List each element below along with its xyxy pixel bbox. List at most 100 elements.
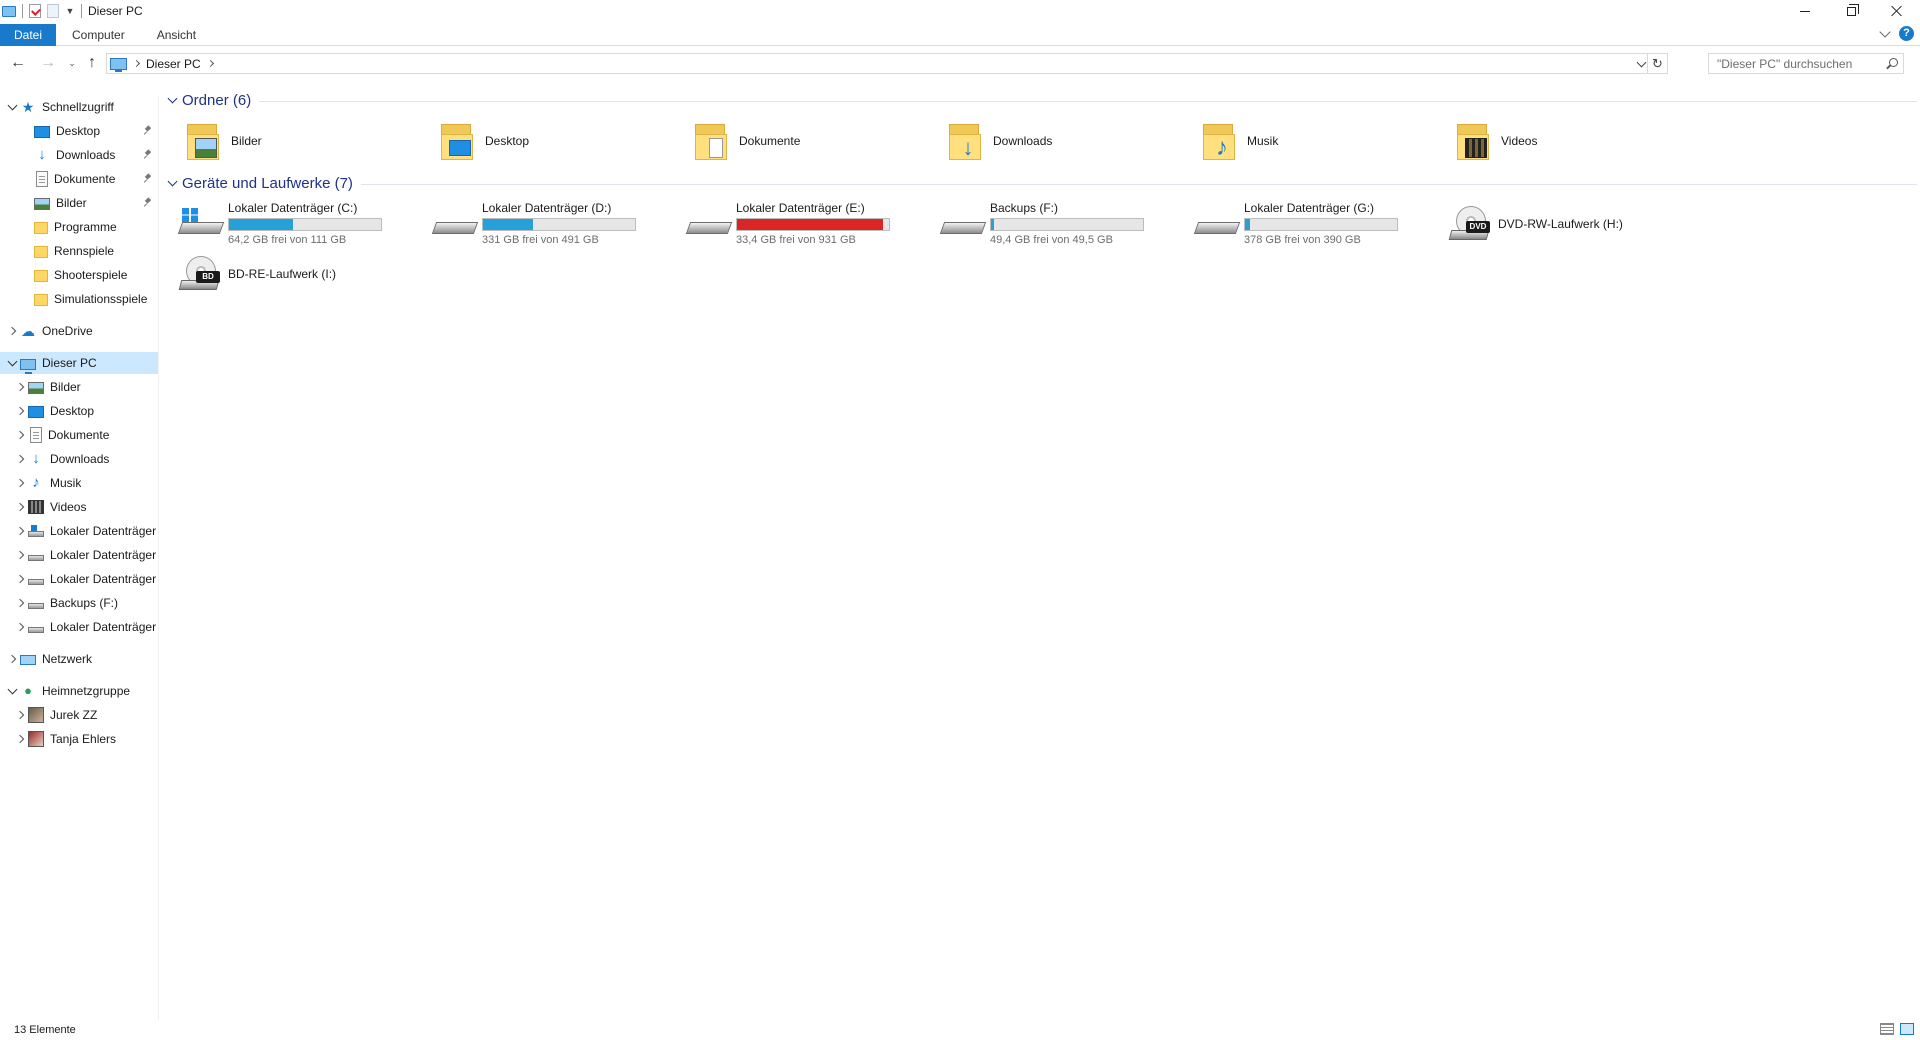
new-folder-icon[interactable] (47, 4, 59, 18)
chevron-right-icon[interactable] (12, 728, 28, 750)
sidebar-item-drive-e[interactable]: Lokaler Datenträger (0, 568, 158, 590)
chevron-right-icon[interactable] (12, 544, 28, 566)
tiles-view-icon[interactable] (1900, 1023, 1914, 1035)
pin-icon[interactable] (144, 198, 152, 208)
drive-name: Lokaler Datenträger (G:) (1244, 200, 1375, 215)
drive-tile-h[interactable]: DVD DVD-RW-Laufwerk (H:) (1448, 202, 1700, 246)
tab-computer[interactable]: Computer (56, 24, 141, 46)
folder-tile-bilder[interactable]: Bilder (183, 118, 433, 164)
drive-name: Lokaler Datenträger (E:) (736, 200, 865, 215)
drive-free-space: 378 GB frei von 390 GB (1244, 233, 1361, 246)
sidebar-item-drive-c[interactable]: Lokaler Datenträger (0, 520, 158, 542)
chevron-down-icon[interactable] (4, 352, 20, 374)
drive-tile-c[interactable]: Lokaler Datenträger (C:) 64,2 GB frei vo… (177, 198, 430, 248)
details-view-icon[interactable] (1880, 1023, 1894, 1035)
restore-button[interactable] (1828, 0, 1874, 22)
folder-tile-downloads[interactable]: ↓ Downloads (945, 118, 1195, 164)
sidebar-item-this-pc[interactable]: Dieser PC (0, 352, 158, 374)
refresh-button[interactable]: ↻ (1647, 54, 1667, 73)
sidebar-item-drive-d[interactable]: Lokaler Datenträger (0, 544, 158, 566)
customize-toolbar-chevron-icon[interactable]: ▼ (65, 6, 75, 16)
chevron-right-icon[interactable] (12, 616, 28, 638)
drive-tile-g[interactable]: Lokaler Datenträger (G:) 378 GB frei von… (1193, 198, 1446, 248)
sidebar-item-programme[interactable]: Programme (0, 216, 158, 238)
sidebar-item-pc-musik[interactable]: ♪ Musik (0, 472, 158, 494)
tab-datei[interactable]: Datei (0, 23, 57, 46)
breadcrumb-separator-icon[interactable] (206, 59, 214, 68)
help-icon[interactable]: ? (1899, 26, 1914, 41)
chevron-down-icon[interactable] (167, 93, 178, 103)
sidebar-item-jurek-zz[interactable]: Jurek ZZ (0, 704, 158, 726)
chevron-right-icon[interactable] (12, 448, 28, 470)
sidebar-item-simulationsspiele[interactable]: Simulationsspiele (0, 288, 158, 310)
folder-tile-musik[interactable]: ♪ Musik (1199, 118, 1449, 164)
sidebar-item-drive-f[interactable]: Backups (F:) (0, 592, 158, 614)
up-button[interactable]: ↑ (82, 53, 102, 73)
sidebar-item-pc-videos[interactable]: Videos (0, 496, 158, 518)
sidebar-item-pc-downloads[interactable]: ↓ Downloads (0, 448, 158, 470)
sidebar-item-dokumente[interactable]: Dokumente (0, 168, 158, 190)
close-button[interactable] (1874, 0, 1920, 22)
videos-icon (28, 500, 44, 514)
folder-tile-videos[interactable]: Videos (1453, 118, 1703, 164)
tab-ansicht[interactable]: Ansicht (141, 24, 212, 46)
drive-icon (685, 208, 733, 238)
this-pc-icon (110, 57, 127, 72)
back-button[interactable]: ← (8, 53, 28, 73)
chevron-right-icon[interactable] (12, 704, 28, 726)
chevron-down-icon[interactable] (167, 176, 178, 186)
pin-icon[interactable] (144, 126, 152, 136)
sidebar-item-shooterspiele[interactable]: Shooterspiele (0, 264, 158, 286)
chevron-right-icon[interactable] (12, 424, 28, 446)
sidebar-item-downloads[interactable]: ↓ Downloads (0, 144, 158, 166)
sidebar-item-bilder[interactable]: Bilder (0, 192, 158, 214)
chevron-down-icon[interactable] (4, 96, 20, 118)
chevron-right-icon[interactable] (12, 568, 28, 590)
drive-tile-e[interactable]: Lokaler Datenträger (E:) 33,4 GB frei vo… (685, 198, 938, 248)
sidebar-item-netzwerk[interactable]: Netzwerk (0, 648, 158, 670)
sidebar-item-quick-access[interactable]: ★ Schnellzugriff (0, 96, 158, 118)
drive-tile-f[interactable]: Backups (F:) 49,4 GB frei von 49,5 GB (939, 198, 1192, 248)
chevron-right-icon[interactable] (12, 376, 28, 398)
breadcrumb-separator-icon[interactable] (132, 59, 141, 68)
address-bar[interactable]: Dieser PC ↻ (106, 53, 1668, 74)
chevron-right-icon[interactable] (12, 472, 28, 494)
breadcrumb-this-pc[interactable]: Dieser PC (146, 57, 201, 71)
folder-tile-dokumente[interactable]: Dokumente (691, 118, 941, 164)
search-icon[interactable] (1889, 58, 1898, 67)
ribbon-tabs: Datei Computer Ansicht ? (0, 23, 1920, 46)
search-input[interactable] (1717, 56, 1887, 71)
recent-locations-button[interactable]: ⌄ (62, 53, 82, 73)
forward-button[interactable]: → (38, 53, 58, 73)
sidebar-item-pc-desktop[interactable]: Desktop (0, 400, 158, 422)
pin-icon[interactable] (144, 174, 152, 184)
folder-tile-desktop[interactable]: Desktop (437, 118, 687, 164)
drive-icon (1193, 208, 1241, 238)
chevron-right-icon[interactable] (12, 520, 28, 542)
chevron-right-icon[interactable] (4, 320, 20, 342)
sidebar-item-pc-bilder[interactable]: Bilder (0, 376, 158, 398)
search-box[interactable] (1708, 53, 1904, 74)
sidebar-item-drive-g[interactable]: Lokaler Datenträger (0, 616, 158, 638)
sidebar-item-heimnetzgruppe[interactable]: ● Heimnetzgruppe (0, 680, 158, 702)
this-pc-icon[interactable] (2, 5, 16, 17)
chevron-right-icon[interactable] (4, 648, 20, 670)
group-header-devices[interactable]: Geräte und Laufwerke (7) (167, 173, 1917, 193)
drive-tile-d[interactable]: Lokaler Datenträger (D:) 331 GB frei von… (431, 198, 684, 248)
address-history-chevron-icon[interactable] (1636, 57, 1647, 68)
chevron-right-icon[interactable] (12, 400, 28, 422)
chevron-right-icon[interactable] (12, 592, 28, 614)
chevron-down-icon[interactable] (4, 680, 20, 702)
expand-ribbon-chevron-icon[interactable] (1879, 25, 1891, 38)
chevron-right-icon[interactable] (12, 496, 28, 518)
sidebar-item-rennspiele[interactable]: Rennspiele (0, 240, 158, 262)
minimize-button[interactable] (1782, 0, 1828, 22)
pin-icon[interactable] (144, 150, 152, 160)
sidebar-item-desktop[interactable]: Desktop (0, 120, 158, 142)
group-header-folders[interactable]: Ordner (6) (167, 90, 1917, 110)
drive-tile-i[interactable]: BD BD-RE-Laufwerk (I:) (178, 252, 430, 296)
sidebar-item-tanja-ehlers[interactable]: Tanja Ehlers (0, 728, 158, 750)
properties-icon[interactable] (29, 4, 41, 18)
sidebar-item-pc-dokumente[interactable]: Dokumente (0, 424, 158, 446)
sidebar-item-onedrive[interactable]: ☁ OneDrive (0, 320, 158, 342)
